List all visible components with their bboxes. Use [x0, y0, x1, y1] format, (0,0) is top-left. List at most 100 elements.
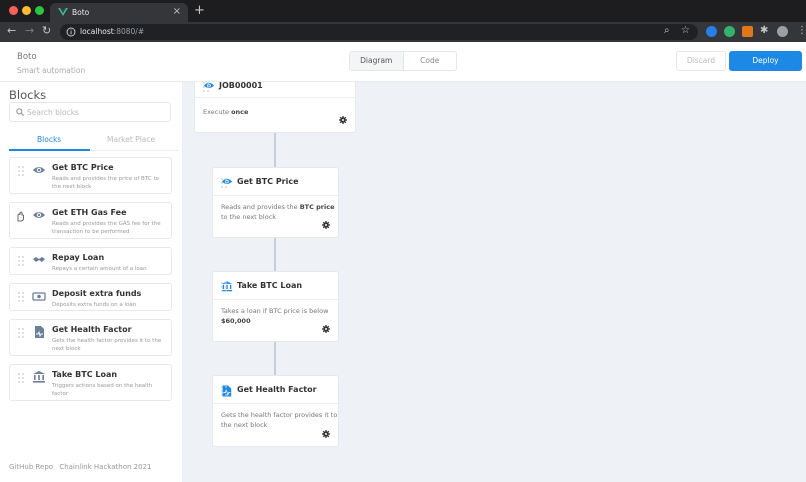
connector-line: [274, 341, 276, 377]
drag-handle-icon[interactable]: [18, 328, 24, 338]
block-card-get-eth-gas-fee[interactable]: Get ETH Gas Fee Reads and provides the G…: [9, 202, 172, 239]
profile-avatar[interactable]: [777, 26, 788, 37]
drag-handle-icon[interactable]: [221, 178, 227, 188]
discard-button[interactable]: Discard: [676, 51, 726, 71]
minimize-window-button[interactable]: [22, 6, 31, 15]
node-get-btc-price[interactable]: Get BTC Price Reads and provides the BTC…: [213, 168, 338, 237]
block-name: Get BTC Price: [52, 163, 114, 172]
search-box: [9, 102, 171, 122]
eye-icon: [33, 212, 45, 218]
block-name: Get ETH Gas Fee: [52, 208, 127, 217]
tab-code[interactable]: Code: [404, 52, 457, 70]
block-description: Triggers actions based on the health fac…: [52, 383, 153, 397]
handshake-icon: [33, 257, 45, 262]
block-card-get-btc-price[interactable]: Get BTC Price Reads and provides the pri…: [9, 157, 172, 194]
tab-diagram[interactable]: Diagram: [350, 52, 404, 70]
drag-handle-icon[interactable]: [18, 166, 24, 176]
block-name: Repay Loan: [52, 253, 105, 262]
forward-icon[interactable]: →: [25, 24, 34, 37]
search-icon: [16, 108, 24, 116]
extension-icon[interactable]: [706, 26, 717, 37]
exec-value: once: [231, 108, 249, 116]
extensions-puzzle-icon[interactable]: ✱: [760, 25, 768, 36]
reload-icon[interactable]: ↻: [42, 24, 51, 37]
browser-menu-icon[interactable]: ⋮: [797, 25, 806, 36]
info-icon: [66, 27, 76, 37]
chainlink-hackathon-link[interactable]: Chainlink Hackathon 2021: [59, 463, 151, 471]
gear-icon[interactable]: [322, 221, 330, 229]
url-path: :8080/#: [113, 27, 145, 36]
browser-tab[interactable]: Boto ×: [50, 3, 188, 22]
maximize-window-button[interactable]: [35, 6, 44, 15]
metamask-icon[interactable]: [742, 26, 753, 37]
deploy-button[interactable]: Deploy: [729, 51, 802, 71]
drag-handle-icon[interactable]: [18, 256, 24, 266]
address-bar[interactable]: localhost:8080/# ⌕ ☆: [60, 24, 698, 40]
connector-line: [274, 132, 276, 170]
job-node[interactable]: JOB00001 Execute once: [195, 82, 355, 132]
github-repo-link[interactable]: GitHub Repo: [9, 463, 53, 471]
node-take-btc-loan[interactable]: Take BTC Loan Takes a loan if BTC price …: [213, 272, 338, 341]
node-header: Get Health Factor: [213, 376, 338, 404]
sidebar-footer: GitHub Repo Chainlink Hackathon 2021: [9, 463, 151, 471]
extension-icon[interactable]: [724, 26, 735, 37]
money-icon: [32, 292, 46, 301]
block-card-get-health-factor[interactable]: Get Health Factor Gets the health factor…: [9, 319, 172, 356]
block-card-repay-loan[interactable]: Repay Loan Repays a certain amount of a …: [9, 247, 172, 275]
gear-icon[interactable]: [322, 430, 330, 438]
block-card-deposit-extra-funds[interactable]: Deposit extra funds Deposits extra funds…: [9, 283, 172, 311]
node-header: Get BTC Price: [213, 168, 338, 196]
block-description: Deposits extra funds on a loan: [52, 302, 137, 308]
drag-handle-icon[interactable]: [221, 386, 227, 396]
diagram-canvas[interactable]: JOB00001 Execute once Get BTC Price Read…: [183, 82, 806, 482]
node-name: Take BTC Loan: [237, 281, 303, 290]
sidebar-tabs: Blocks Market Place: [9, 132, 179, 152]
desc-highlight: $60,000: [221, 317, 251, 325]
desc-text: Gets the health factor provides it to th…: [221, 411, 338, 429]
url-host: localhost: [80, 27, 114, 36]
close-window-button[interactable]: [9, 6, 18, 15]
tab-market-place[interactable]: Market Place: [107, 135, 155, 144]
zoom-icon[interactable]: ⌕: [664, 25, 670, 36]
drag-handle-icon[interactable]: [18, 292, 24, 302]
block-description: Reads and provides the price of BTC to t…: [52, 176, 159, 190]
node-name: Get Health Factor: [237, 385, 317, 394]
back-icon[interactable]: ←: [7, 24, 16, 37]
search-input[interactable]: [27, 106, 167, 119]
app-header: Boto Smart automation Diagram Code Disca…: [0, 42, 806, 82]
new-tab-icon[interactable]: +: [194, 3, 205, 18]
bank-icon: [33, 371, 45, 383]
drag-handle-icon[interactable]: [18, 373, 24, 383]
eye-icon: [33, 167, 45, 173]
sidebar-title: Blocks: [9, 88, 47, 102]
job-execution: Execute once: [203, 107, 353, 117]
desc-highlight: BTC price: [299, 203, 335, 211]
drag-handle-icon[interactable]: [203, 82, 209, 92]
app-subtitle: Smart automation: [17, 66, 86, 75]
drag-handle-icon[interactable]: [15, 211, 25, 222]
node-header: Take BTC Loan: [213, 272, 338, 300]
desc-text: to the next block: [221, 213, 277, 221]
bookmark-star-icon[interactable]: ☆: [681, 25, 690, 36]
block-name: Take BTC Loan: [52, 370, 118, 379]
gear-icon[interactable]: [322, 325, 330, 333]
health-doc-icon: [35, 326, 44, 338]
drag-handle-icon[interactable]: [221, 282, 227, 292]
node-name: Get BTC Price: [237, 177, 299, 186]
desc-text: Takes a loan if BTC price is below: [221, 307, 329, 315]
node-description: Takes a loan if BTC price is below $60,0…: [221, 306, 339, 326]
gear-icon[interactable]: [339, 116, 347, 124]
block-name: Deposit extra funds: [52, 289, 142, 298]
node-description: Gets the health factor provides it to th…: [221, 410, 339, 430]
tab-blocks[interactable]: Blocks: [37, 135, 61, 144]
app-name: Boto: [17, 52, 37, 62]
desc-text: Reads and provides the: [221, 203, 298, 211]
block-description: Gets the health factor provides it to th…: [52, 338, 162, 352]
connector-line: [274, 237, 276, 273]
node-get-health-factor[interactable]: Get Health Factor Gets the health factor…: [213, 376, 338, 446]
block-card-take-btc-loan[interactable]: Take BTC Loan Triggers actions based on …: [9, 364, 172, 401]
close-tab-icon[interactable]: ×: [173, 6, 181, 17]
active-tab-indicator: [9, 149, 90, 151]
node-description: Reads and provides the BTC price to the …: [221, 202, 339, 222]
block-name: Get Health Factor: [52, 325, 132, 334]
